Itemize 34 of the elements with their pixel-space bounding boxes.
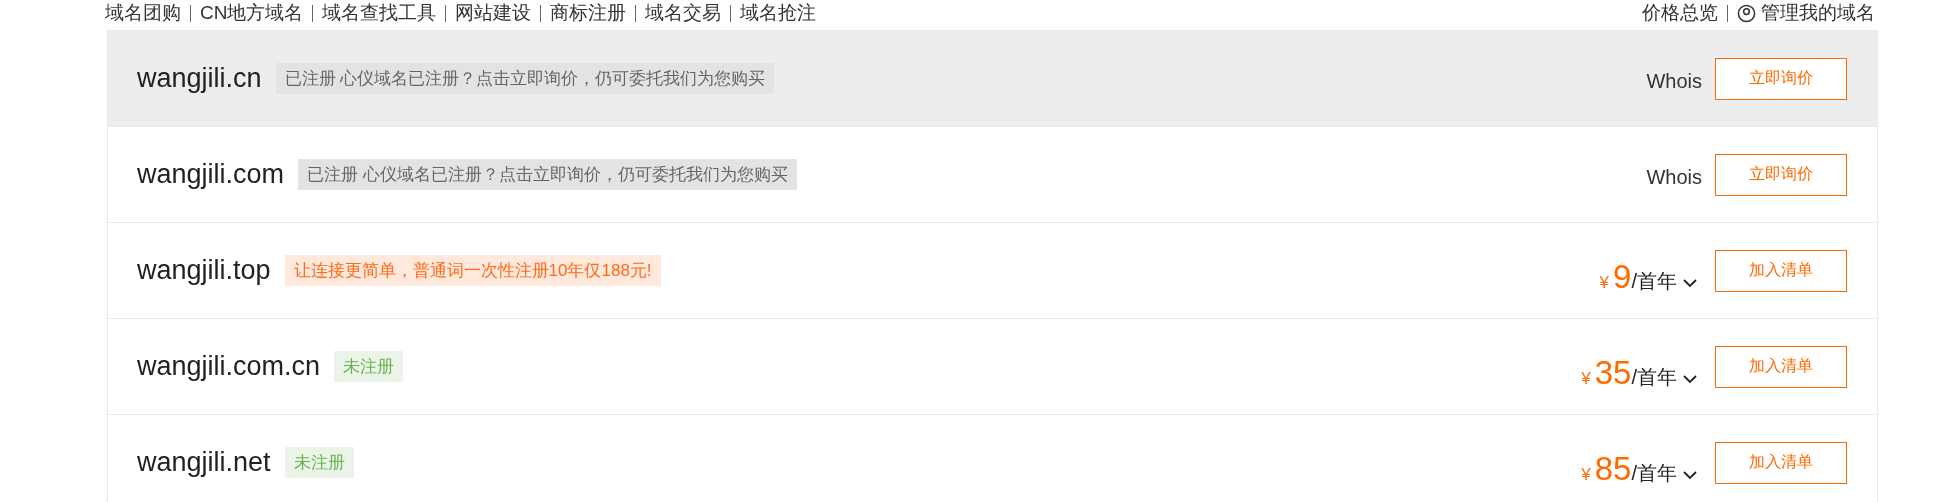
nav-link[interactable]: 域名查找工具: [322, 0, 437, 26]
price-amount: 85: [1594, 449, 1632, 488]
domain-name: wangjili.net: [137, 447, 271, 478]
price-amount: 9: [1613, 257, 1632, 296]
domain-name: wangjili.com.cn: [137, 351, 321, 382]
nav-link[interactable]: 网站建设: [455, 0, 532, 26]
currency-sign: ¥: [1599, 272, 1610, 293]
status-tag: 已注册 心仪域名已注册？点击立即询价，仍可委托我们为您购买: [275, 63, 775, 94]
domain-name: wangjili.cn: [137, 63, 262, 94]
status-tag: 让连接更简单，普通词一次性注册10年仅188元!: [284, 255, 661, 286]
price-unit: /首年: [1631, 461, 1677, 486]
chevron-down-icon[interactable]: [1683, 278, 1697, 288]
currency-sign: ¥: [1581, 368, 1591, 389]
nav-link[interactable]: 商标注册: [550, 0, 627, 26]
domain-name: wangjili.top: [137, 255, 271, 286]
whois-link[interactable]: Whois: [1646, 69, 1702, 93]
currency-sign: ¥: [1581, 464, 1591, 485]
domain-name: wangjili.com: [137, 159, 285, 190]
price-unit: /首年: [1631, 269, 1677, 294]
status-tag: 未注册: [334, 351, 404, 382]
nav-link[interactable]: CN地方域名: [200, 0, 304, 26]
nav-link[interactable]: 价格总览: [1642, 0, 1718, 26]
nav-link[interactable]: 域名团购: [105, 0, 181, 26]
price-amount: 35: [1594, 353, 1632, 392]
status-tag: 已注册 心仪域名已注册？点击立即询价，仍可委托我们为您购买: [298, 159, 797, 190]
user-icon: [1737, 3, 1756, 23]
nav-link[interactable]: 域名交易: [645, 0, 722, 26]
chevron-down-icon[interactable]: [1683, 470, 1697, 480]
chevron-down-icon[interactable]: [1683, 374, 1697, 384]
whois-link[interactable]: Whois: [1646, 165, 1702, 189]
nav-link[interactable]: 管理我的域名: [1761, 0, 1875, 26]
price-unit: /首年: [1631, 365, 1677, 390]
status-tag: 未注册: [284, 447, 354, 478]
nav-link[interactable]: 域名抢注: [740, 0, 817, 26]
